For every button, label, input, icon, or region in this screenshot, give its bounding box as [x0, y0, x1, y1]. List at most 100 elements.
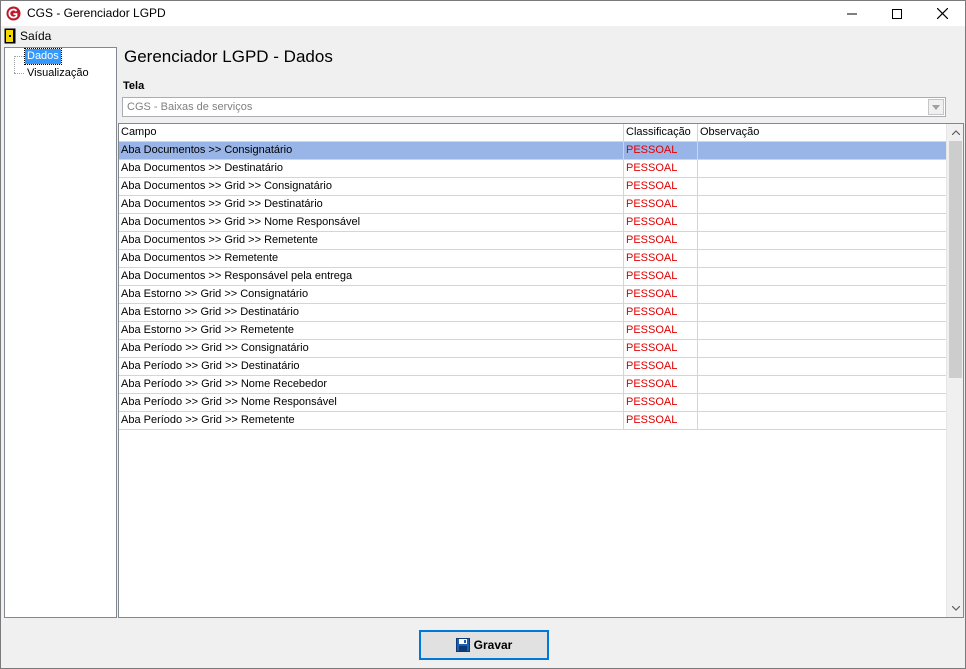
table-row[interactable]: Aba Documentos >> Consignatário PESSOAL — [119, 142, 947, 160]
save-button-label: Gravar — [473, 638, 513, 652]
tela-select[interactable]: CGS - Baixas de serviços — [122, 97, 946, 117]
cell-observacao[interactable] — [698, 214, 947, 231]
maximize-button[interactable] — [874, 1, 920, 26]
exit-icon — [4, 28, 16, 44]
table-row[interactable]: Aba Estorno >> Grid >> Consignatário PESS… — [119, 286, 947, 304]
cell-campo[interactable]: Aba Período >> Grid >> Nome Recebedor — [119, 376, 624, 393]
tela-select-value: CGS - Baixas de serviços — [127, 101, 253, 113]
save-button[interactable]: Gravar — [419, 630, 549, 660]
table-row[interactable]: Aba Documentos >> Grid >> Consignatário P… — [119, 178, 947, 196]
cell-observacao[interactable] — [698, 340, 947, 357]
cell-classificacao[interactable]: PESSOAL — [624, 196, 698, 213]
cell-campo[interactable]: Aba Estorno >> Grid >> Remetente — [119, 322, 624, 339]
table-row[interactable]: Aba Período >> Grid >> Nome Recebedor PES… — [119, 376, 947, 394]
cell-observacao[interactable] — [698, 160, 947, 177]
cell-observacao[interactable] — [698, 412, 947, 429]
cell-classificacao[interactable]: PESSOAL — [624, 178, 698, 195]
main-window: CGS - Gerenciador LGPD Saída Dados Visua… — [0, 0, 966, 669]
cell-campo[interactable]: Aba Período >> Grid >> Consignatário — [119, 340, 624, 357]
cell-classificacao[interactable]: PESSOAL — [624, 358, 698, 375]
cell-campo[interactable]: Aba Documentos >> Grid >> Consignatário — [119, 178, 624, 195]
close-button[interactable] — [919, 1, 965, 26]
cell-observacao[interactable] — [698, 394, 947, 411]
table-row[interactable]: Aba Documentos >> Remetente PESSOAL — [119, 250, 947, 268]
cell-observacao[interactable] — [698, 376, 947, 393]
cell-campo[interactable]: Aba Documentos >> Grid >> Remetente — [119, 232, 624, 249]
table-row[interactable]: Aba Período >> Grid >> Nome Responsável P… — [119, 394, 947, 412]
cell-observacao[interactable] — [698, 142, 947, 159]
cell-observacao[interactable] — [698, 196, 947, 213]
cell-observacao[interactable] — [698, 250, 947, 267]
cell-campo[interactable]: Aba Período >> Grid >> Nome Responsável — [119, 394, 624, 411]
vertical-scrollbar[interactable] — [946, 124, 963, 617]
grid-rows: Aba Documentos >> Consignatário PESSOAL Ab… — [119, 142, 947, 430]
minimize-button[interactable] — [829, 1, 875, 26]
tela-label: Tela — [123, 80, 145, 92]
cell-classificacao[interactable]: PESSOAL — [624, 214, 698, 231]
cell-campo[interactable]: Aba Documentos >> Grid >> Nome Responsáv… — [119, 214, 624, 231]
title-bar: CGS - Gerenciador LGPD — [1, 1, 965, 26]
table-row[interactable]: Aba Período >> Grid >> Remetente PESSOAL — [119, 412, 947, 430]
cell-classificacao[interactable]: PESSOAL — [624, 322, 698, 339]
cell-classificacao[interactable]: PESSOAL — [624, 286, 698, 303]
cell-observacao[interactable] — [698, 232, 947, 249]
cell-observacao[interactable] — [698, 286, 947, 303]
column-header-campo[interactable]: Campo — [119, 124, 624, 142]
scroll-down-button[interactable] — [947, 600, 963, 617]
data-grid[interactable]: Campo Classificação Observação Aba Docum… — [118, 123, 964, 618]
column-header-classificacao[interactable]: Classificação — [624, 124, 698, 142]
cell-campo[interactable]: Aba Período >> Grid >> Destinatário — [119, 358, 624, 375]
table-row[interactable]: Aba Documentos >> Grid >> Nome Responsáv… — [119, 214, 947, 232]
close-icon — [936, 8, 948, 19]
table-row[interactable]: Aba Período >> Grid >> Consignatário PESS… — [119, 340, 947, 358]
cell-classificacao[interactable]: PESSOAL — [624, 232, 698, 249]
chevron-down-icon — [951, 606, 960, 611]
chevron-down-icon — [932, 104, 940, 110]
scroll-up-button[interactable] — [947, 124, 963, 141]
page-title: Gerenciador LGPD - Dados — [124, 47, 333, 66]
cell-campo[interactable]: Aba Documentos >> Consignatário — [119, 142, 624, 159]
cell-campo[interactable]: Aba Documentos >> Destinatário — [119, 160, 624, 177]
cell-campo[interactable]: Aba Estorno >> Grid >> Destinatário — [119, 304, 624, 321]
column-header-observacao[interactable]: Observação — [698, 124, 947, 142]
table-row[interactable]: Aba Documentos >> Responsável pela entre… — [119, 268, 947, 286]
tree-item-visualizacao[interactable]: Visualização — [25, 66, 91, 81]
minimize-icon — [847, 13, 857, 14]
cell-campo[interactable]: Aba Estorno >> Grid >> Consignatário — [119, 286, 624, 303]
menu-exit[interactable]: Saída — [4, 27, 51, 45]
tela-select-dropdown-button[interactable] — [928, 99, 944, 115]
cell-observacao[interactable] — [698, 268, 947, 285]
maximize-icon — [892, 8, 902, 19]
table-row[interactable]: Aba Período >> Grid >> Destinatário PESSO… — [119, 358, 947, 376]
tree-item-dados[interactable]: Dados — [24, 48, 62, 65]
cell-classificacao[interactable]: PESSOAL — [624, 304, 698, 321]
cell-classificacao[interactable]: PESSOAL — [624, 412, 698, 429]
table-row[interactable]: Aba Estorno >> Grid >> Remetente PESSOAL — [119, 322, 947, 340]
cell-observacao[interactable] — [698, 322, 947, 339]
cell-classificacao[interactable]: PESSOAL — [624, 376, 698, 393]
table-row[interactable]: Aba Documentos >> Grid >> Remetente PESSO… — [119, 232, 947, 250]
cell-classificacao[interactable]: PESSOAL — [624, 340, 698, 357]
cell-campo[interactable]: Aba Documentos >> Responsável pela entre… — [119, 268, 624, 285]
table-row[interactable]: Aba Documentos >> Grid >> Destinatário PE… — [119, 196, 947, 214]
cell-campo[interactable]: Aba Período >> Grid >> Remetente — [119, 412, 624, 429]
table-row[interactable]: Aba Estorno >> Grid >> Destinatário PESSO… — [119, 304, 947, 322]
cell-observacao[interactable] — [698, 178, 947, 195]
window-title: CGS - Gerenciador LGPD — [27, 6, 166, 20]
cell-campo[interactable]: Aba Documentos >> Grid >> Destinatário — [119, 196, 624, 213]
app-icon — [6, 6, 21, 21]
cell-campo[interactable]: Aba Documentos >> Remetente — [119, 250, 624, 267]
cell-classificacao[interactable]: PESSOAL — [624, 142, 698, 159]
floppy-disk-icon — [455, 638, 470, 652]
scrollbar-thumb[interactable] — [949, 141, 962, 378]
cell-observacao[interactable] — [698, 358, 947, 375]
cell-observacao[interactable] — [698, 304, 947, 321]
grid-header: Campo Classificação Observação — [119, 124, 947, 142]
menu-exit-label: Saída — [20, 29, 52, 43]
table-row[interactable]: Aba Documentos >> Destinatário PESSOAL — [119, 160, 947, 178]
cell-classificacao[interactable]: PESSOAL — [624, 394, 698, 411]
chevron-up-icon — [951, 130, 960, 135]
cell-classificacao[interactable]: PESSOAL — [624, 160, 698, 177]
cell-classificacao[interactable]: PESSOAL — [624, 268, 698, 285]
cell-classificacao[interactable]: PESSOAL — [624, 250, 698, 267]
